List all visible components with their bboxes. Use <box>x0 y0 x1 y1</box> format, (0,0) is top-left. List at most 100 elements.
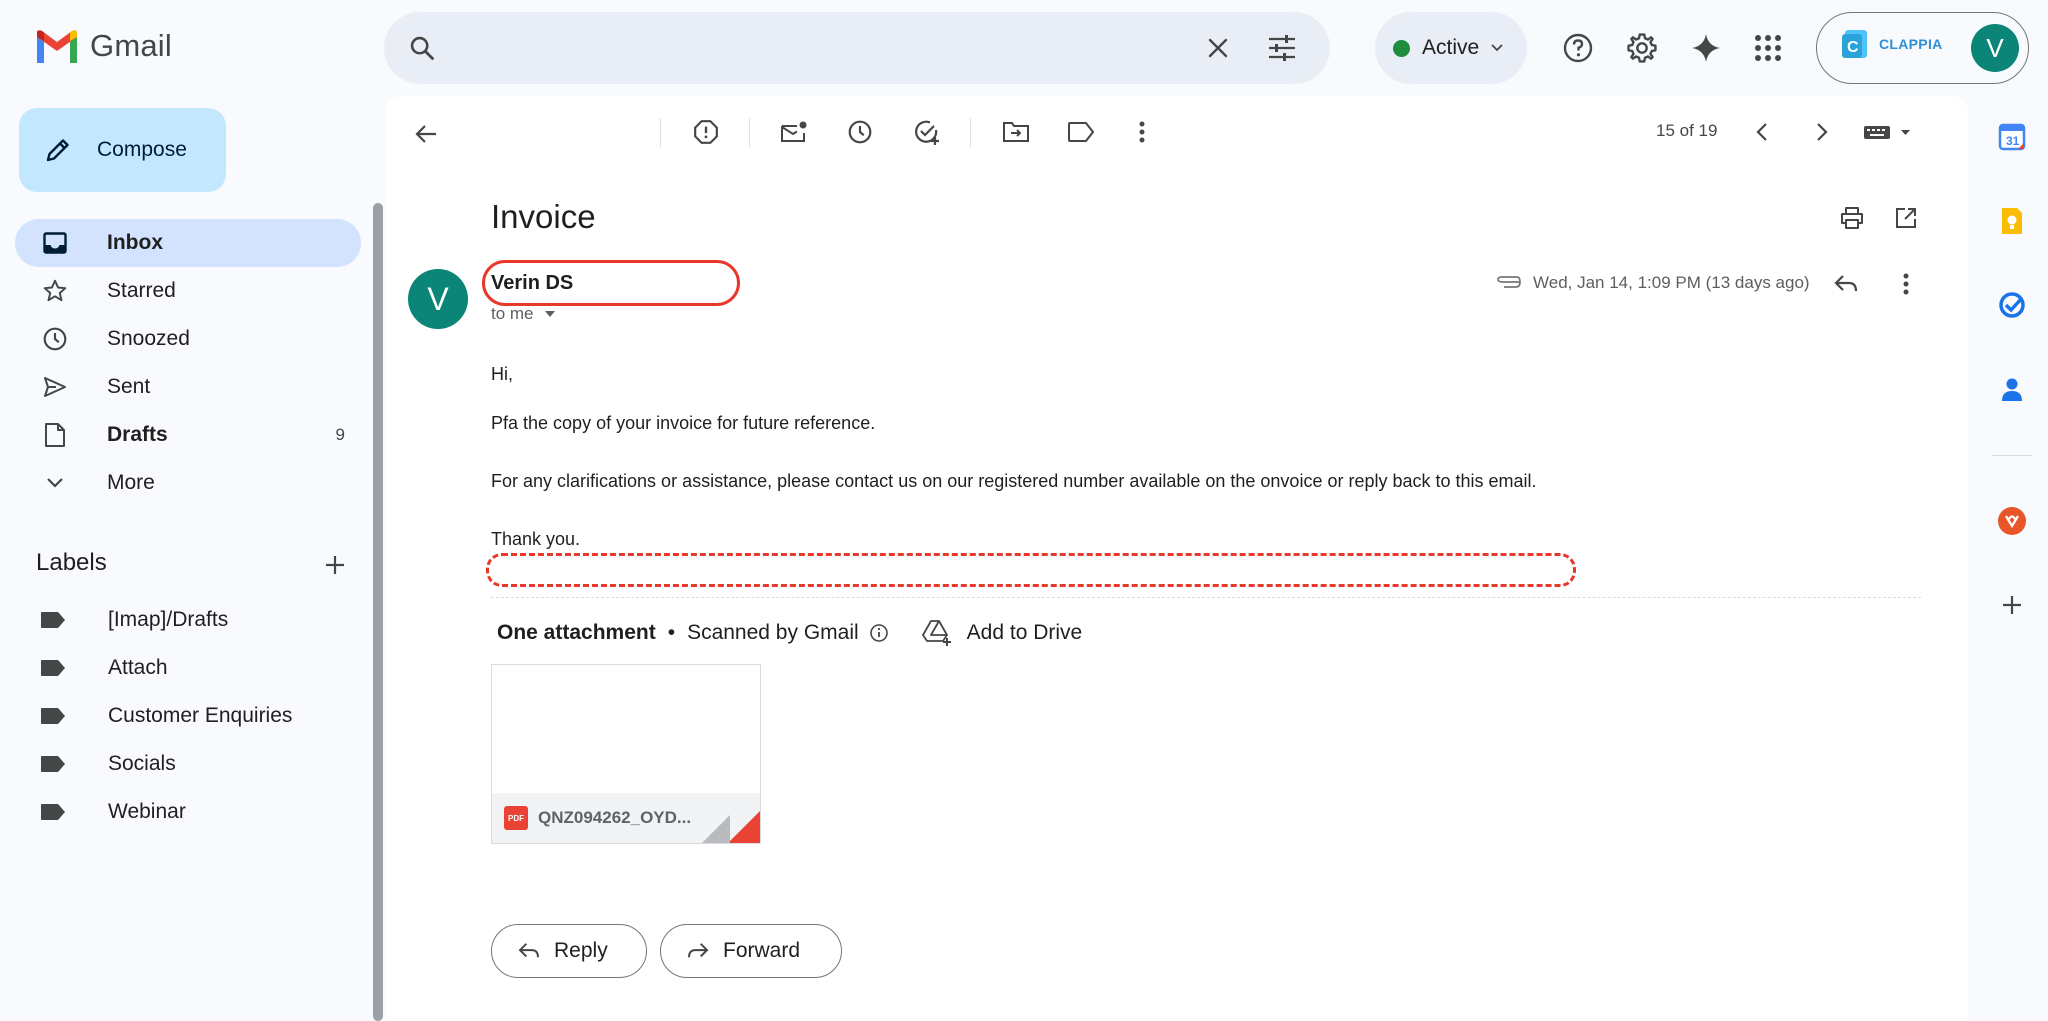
mark-unread-icon[interactable] <box>776 114 812 150</box>
recipient-details[interactable]: to me <box>491 304 556 324</box>
label-tag-icon <box>41 804 65 820</box>
drafts-count-badge: 9 <box>335 425 345 444</box>
label-item-imap-drafts[interactable]: [Imap]/Drafts <box>40 600 228 640</box>
forward-label: Forward <box>723 939 801 962</box>
page-curl-icon <box>702 811 760 843</box>
google-keep-icon[interactable] <box>1994 203 2030 239</box>
info-icon[interactable] <box>869 623 889 643</box>
email-body-line: Hi, <box>491 364 513 384</box>
label-name: [Imap]/Drafts <box>108 608 229 631</box>
gemini-sparkle-icon[interactable] <box>1688 30 1724 66</box>
status-selector[interactable]: Active <box>1375 12 1527 84</box>
toolbar-divider <box>660 118 661 148</box>
sidebar-item-inbox[interactable]: Inbox <box>15 219 361 267</box>
add-label-plus-icon[interactable] <box>320 550 350 580</box>
org-logo: C CLAPPIA <box>1841 28 1943 60</box>
email-body-line: Pfa the copy of your invoice for future … <box>491 413 876 433</box>
sidebar-item-snoozed[interactable]: Snoozed <box>15 315 361 363</box>
older-chevron-right-icon[interactable] <box>1804 114 1840 150</box>
email-date: Wed, Jan 14, 1:09 PM (13 days ago) <box>1533 273 1810 292</box>
more-vert-icon[interactable] <box>1124 114 1160 150</box>
pdf-file-icon: PDF <box>504 806 528 830</box>
clock-icon <box>41 325 69 353</box>
gmail-m-icon <box>37 30 77 63</box>
clear-search-icon[interactable] <box>1202 32 1234 64</box>
add-to-drive-label: Add to Drive <box>966 621 1083 644</box>
label-item-socials[interactable]: Socials <box>40 744 176 784</box>
snooze-clock-icon[interactable] <box>842 114 878 150</box>
drive-add-icon <box>921 620 951 646</box>
account-avatar[interactable]: V <box>1971 24 2019 72</box>
forward-arrow-icon <box>688 943 709 958</box>
print-icon[interactable] <box>1834 200 1870 236</box>
status-dot-icon <box>1393 39 1410 57</box>
google-tasks-icon[interactable] <box>1994 287 2030 323</box>
inbox-icon <box>41 229 69 257</box>
attachments-title: One attachment <box>497 621 656 644</box>
email-body-line: For any clarifications or assistance, pl… <box>491 471 1537 491</box>
attachments-header: One attachment • Scanned by Gmail Add to… <box>497 619 1082 647</box>
newer-chevron-left-icon[interactable] <box>1744 114 1780 150</box>
sidebar-scrollbar[interactable] <box>373 203 383 1021</box>
sidebar-item-drafts[interactable]: Drafts 9 <box>15 411 361 459</box>
separator-dot: • <box>667 621 676 644</box>
send-icon <box>41 373 69 401</box>
toolbar-divider <box>970 118 971 148</box>
label-name: Socials <box>108 752 176 775</box>
move-to-folder-icon[interactable] <box>998 114 1034 150</box>
label-item-customer-enquiries[interactable]: Customer Enquiries <box>40 696 292 736</box>
open-in-new-window-icon[interactable] <box>1888 200 1924 236</box>
sidebar-item-label: Drafts <box>107 423 168 446</box>
sender-avatar[interactable]: V <box>408 269 468 329</box>
draft-icon <box>41 421 69 449</box>
reply-button[interactable]: Reply <box>491 924 647 978</box>
scan-note: Scanned by Gmail <box>687 621 859 644</box>
get-addons-plus-icon[interactable] <box>1994 587 2030 623</box>
input-tools-keyboard-icon[interactable] <box>1860 114 1918 150</box>
status-label: Active <box>1422 36 1480 59</box>
attachment-card[interactable]: PDF QNZ094262_OYD... <box>491 664 761 844</box>
search-icon[interactable] <box>406 32 438 64</box>
help-icon[interactable] <box>1560 30 1596 66</box>
google-contacts-icon[interactable] <box>1994 371 2030 407</box>
compose-label: Compose <box>97 138 187 161</box>
sidebar-item-more[interactable]: More <box>15 459 361 507</box>
message-more-vert-icon[interactable] <box>1888 266 1924 302</box>
star-icon <box>41 277 69 305</box>
back-arrow-icon[interactable] <box>408 116 444 152</box>
report-spam-icon[interactable] <box>688 114 724 150</box>
clappia-logo-icon: C <box>1842 30 1867 58</box>
reply-label: Reply <box>554 939 608 962</box>
label-name: Webinar <box>108 800 186 823</box>
recipient-label: to me <box>491 304 534 323</box>
sidebar-item-label: Sent <box>107 375 151 398</box>
chevron-down-icon <box>41 469 69 497</box>
rail-divider <box>1992 455 2032 456</box>
chevron-down-icon <box>1491 44 1503 52</box>
settings-gear-icon[interactable] <box>1624 30 1660 66</box>
compose-button[interactable]: Compose <box>19 108 226 192</box>
label-tag-outline-icon[interactable] <box>1063 114 1099 150</box>
add-to-drive-button[interactable]: Add to Drive <box>921 619 1083 647</box>
toolbar-divider <box>749 118 750 148</box>
account-switcher[interactable]: C CLAPPIA V <box>1816 12 2029 84</box>
label-tag-icon <box>41 756 65 772</box>
sidebar-item-starred[interactable]: Starred <box>15 267 361 315</box>
reply-arrow-icon[interactable] <box>1828 266 1864 302</box>
search-options-icon[interactable] <box>1266 32 1298 64</box>
label-item-webinar[interactable]: Webinar <box>40 792 186 832</box>
sender-highlight-annotation <box>482 260 740 306</box>
forward-button[interactable]: Forward <box>660 924 842 978</box>
add-to-tasks-icon[interactable] <box>909 114 945 150</box>
search-bar[interactable] <box>384 12 1330 84</box>
google-calendar-icon[interactable]: 31 <box>1994 119 2030 155</box>
addon-app-icon[interactable] <box>1994 503 2030 539</box>
svg-text:31: 31 <box>2006 134 2020 148</box>
sidebar-item-sent[interactable]: Sent <box>15 363 361 411</box>
apps-grid-icon[interactable] <box>1750 30 1786 66</box>
label-item-attach[interactable]: Attach <box>40 648 168 688</box>
org-brand-name: CLAPPIA <box>1879 36 1943 52</box>
app-name: Gmail <box>90 28 172 63</box>
label-tag-icon <box>41 708 65 724</box>
gmail-logo[interactable]: Gmail <box>34 28 172 64</box>
